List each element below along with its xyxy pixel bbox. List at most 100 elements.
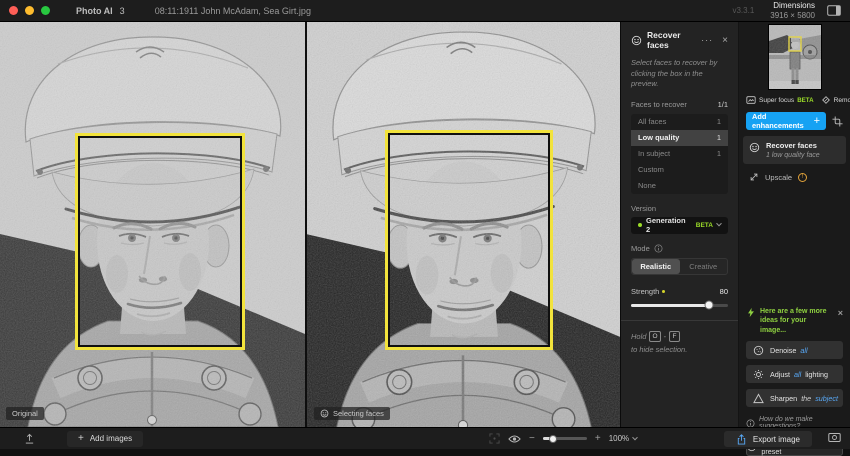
face-selection-box-right[interactable]	[385, 130, 553, 350]
eye-icon	[508, 434, 521, 444]
keycap-f: F	[669, 331, 680, 342]
adjust-lighting-suggestion-button[interactable]: Adjust all lighting	[746, 365, 843, 383]
strength-modified-dot	[662, 290, 665, 293]
filter-none[interactable]: None	[631, 178, 728, 194]
denoise-suggestion-button[interactable]: Denoise all	[746, 341, 843, 359]
upscale-icon	[749, 172, 759, 182]
strength-label: Strength	[631, 287, 659, 296]
window-controls	[9, 6, 50, 15]
add-enhancements-button[interactable]: Add enhancements +	[746, 112, 826, 130]
version-dropdown[interactable]: Generation 2 BETA	[631, 217, 728, 234]
faces-count: 1/1	[718, 100, 728, 109]
crop-button[interactable]	[832, 116, 843, 127]
suggestions-close-button[interactable]: ×	[838, 307, 843, 335]
version-label: Version	[631, 204, 728, 213]
version-beta-tag: BETA	[696, 222, 713, 229]
plus-icon: +	[78, 434, 84, 444]
navigation-thumbnail[interactable]	[769, 25, 821, 89]
filter-in-subject[interactable]: In subject 1	[631, 146, 728, 162]
title-bar: Photo AI 3 08:11:1911 John McAdam, Sea G…	[0, 0, 850, 22]
preview-canvas: Original Selecting faces	[0, 22, 620, 427]
dimensions-value: 3916 × 5800	[770, 11, 815, 21]
export-image-button[interactable]: Export image	[724, 431, 812, 447]
app-title: Photo AI	[76, 6, 113, 16]
faces-to-recover-label: Faces to recover	[631, 100, 687, 109]
remove-object-button[interactable]: Remove object	[821, 95, 850, 105]
recover-faces-enhancement[interactable]: Recover faces 1 low quality face	[743, 136, 846, 164]
selecting-faces-badge: Selecting faces	[314, 407, 390, 420]
zoom-window-button[interactable]	[41, 6, 50, 15]
plus-icon: +	[814, 116, 820, 127]
panel-description: Select faces to recover by clicking the …	[631, 58, 728, 90]
zoom-slider-knob[interactable]	[549, 435, 557, 443]
zoom-level-dropdown[interactable]: 100%	[609, 434, 637, 443]
panel-title: Recover faces	[647, 30, 696, 50]
face-selection-box-left[interactable]	[75, 133, 245, 350]
version-value: Generation 2	[646, 216, 692, 234]
chevron-down-icon	[632, 434, 638, 440]
upscale-enhancement[interactable]: Upscale !	[746, 164, 843, 190]
enhancement-subtitle: 1 low quality face	[766, 152, 820, 159]
face-filter-list: All faces 1 Low quality 1 In subject 1 C…	[631, 114, 728, 194]
mode-creative-option[interactable]: Creative	[680, 259, 728, 274]
add-images-button[interactable]: + Add images	[67, 431, 143, 447]
chevron-down-icon	[716, 221, 722, 227]
upscale-pro-icon: !	[798, 173, 807, 182]
strength-slider-fill	[631, 304, 709, 307]
suggestions-header: Here are a few more ideas for your image…	[760, 307, 831, 335]
panel-toggle-icon[interactable]	[827, 5, 841, 16]
bottom-bar: + Add images − + 100%	[0, 427, 850, 449]
enhancements-rail: Super focus BETA Remove object Add enhan…	[739, 22, 850, 427]
app-window: Photo AI 3 08:11:1911 John McAdam, Sea G…	[0, 0, 850, 449]
strength-value: 80	[720, 287, 728, 296]
compare-view-button[interactable]	[828, 432, 841, 443]
sharpen-suggestion-button[interactable]: Sharpen the subject	[746, 389, 843, 407]
filter-custom[interactable]: Custom	[631, 162, 728, 178]
denoise-icon	[753, 345, 764, 356]
fit-view-icon	[489, 433, 500, 444]
open-filename: 08:11:1911 John McAdam, Sea Girt.jpg	[155, 6, 311, 16]
mode-toggle: Realistic Creative	[631, 258, 728, 275]
original-badge: Original	[6, 407, 44, 420]
face-icon	[749, 142, 760, 153]
close-window-button[interactable]	[9, 6, 18, 15]
sharpen-icon	[753, 393, 764, 404]
zoom-out-button[interactable]: −	[529, 434, 535, 444]
strength-slider-knob[interactable]	[704, 301, 713, 310]
info-icon	[654, 244, 663, 253]
crop-icon	[832, 116, 843, 127]
panel-divider	[621, 320, 738, 321]
filter-low-quality[interactable]: Low quality 1	[631, 130, 728, 146]
compare-icon	[828, 432, 841, 443]
enhancement-title: Recover faces	[766, 141, 820, 150]
preview-toggle-button[interactable]	[508, 434, 521, 444]
fit-view-button[interactable]	[489, 433, 500, 444]
super-focus-icon	[746, 95, 756, 105]
recover-faces-panel: Recover faces ··· × Select faces to reco…	[620, 22, 738, 427]
super-focus-button[interactable]: Super focus BETA	[746, 95, 814, 105]
mode-realistic-option[interactable]: Realistic	[632, 259, 680, 274]
image-dimensions: Dimensions 3916 × 5800	[770, 1, 815, 20]
remove-object-icon	[821, 95, 831, 105]
filter-all-faces[interactable]: All faces 1	[631, 114, 728, 130]
build-version: v3.3.1	[732, 6, 754, 15]
app-version-number: 3	[120, 6, 125, 16]
zoom-in-button[interactable]: +	[595, 434, 601, 444]
lightning-icon	[746, 307, 756, 318]
mode-label: Mode	[631, 244, 650, 253]
zoom-slider[interactable]	[543, 437, 587, 440]
upload-button[interactable]	[24, 433, 35, 444]
panel-menu-button[interactable]: ···	[701, 35, 713, 45]
hide-selection-hint: Hold O - F to hide selection.	[631, 331, 728, 354]
strength-slider[interactable]	[631, 304, 728, 307]
original-badge-label: Original	[12, 409, 38, 418]
view-controls: − + 100%	[489, 428, 637, 449]
dimensions-label: Dimensions	[770, 1, 815, 11]
export-icon	[736, 434, 747, 445]
keycap-o: O	[649, 331, 660, 342]
panel-close-button[interactable]: ×	[722, 35, 728, 46]
version-status-dot	[638, 223, 642, 227]
lighting-icon	[753, 369, 764, 380]
minimize-window-button[interactable]	[25, 6, 34, 15]
face-icon	[320, 409, 329, 418]
